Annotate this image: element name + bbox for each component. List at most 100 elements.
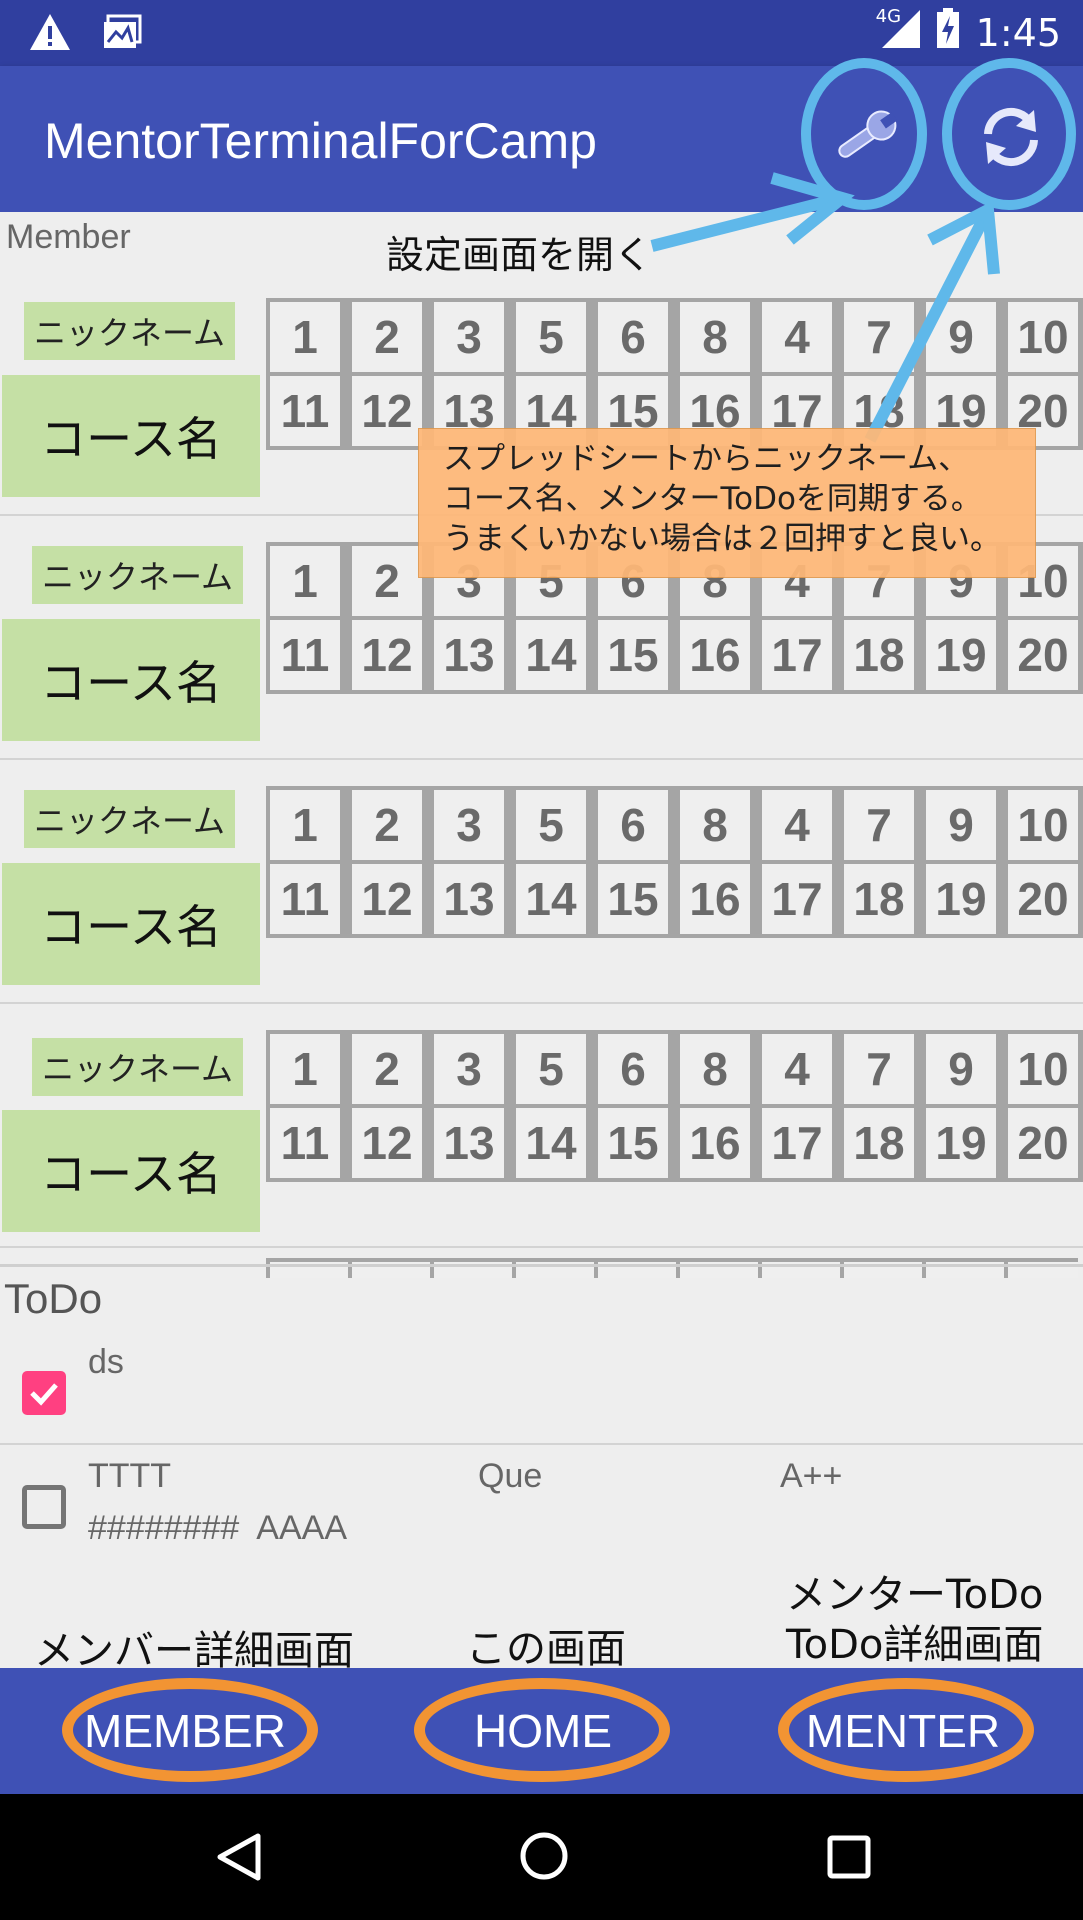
progress-cell[interactable]: 8: [676, 1030, 754, 1108]
progress-cell[interactable]: 16: [676, 616, 754, 694]
progress-cell[interactable]: 17: [758, 616, 836, 694]
todo-checkbox-checked[interactable]: [22, 1371, 66, 1415]
gallery-notification-icon: [102, 14, 142, 54]
todo-item[interactable]: ds: [0, 1329, 1083, 1445]
progress-cell[interactable]: 2: [348, 1030, 426, 1108]
sync-annotation-ring: [942, 58, 1076, 210]
menter-hint-line: メンターToDo: [786, 1572, 1044, 1618]
progress-cell[interactable]: 2: [348, 298, 426, 376]
progress-cell[interactable]: 20: [1004, 860, 1082, 938]
member-section-label: Member: [6, 218, 131, 256]
progress-cell[interactable]: 3: [430, 786, 508, 864]
progress-cell[interactable]: 12: [348, 616, 426, 694]
progress-cell[interactable]: 17: [758, 1104, 836, 1182]
progress-cell[interactable]: 13: [430, 860, 508, 938]
progress-cell[interactable]: 19: [922, 616, 1000, 694]
progress-cell[interactable]: 9: [922, 298, 1000, 376]
sync-hint-line: コース名、メンターToDoを同期する。: [443, 481, 982, 517]
progress-cell[interactable]: 10: [1004, 1030, 1082, 1108]
progress-cell[interactable]: 9: [922, 786, 1000, 864]
progress-cell[interactable]: 18: [840, 860, 918, 938]
course-label: コース名: [2, 375, 260, 497]
progress-cell[interactable]: 19: [922, 860, 1000, 938]
progress-cell[interactable]: 15: [594, 860, 672, 938]
sync-hint-line: スプレッドシートからニックネーム、: [443, 441, 970, 477]
progress-cell[interactable]: 6: [594, 786, 672, 864]
warning-icon: [28, 12, 72, 56]
progress-cell[interactable]: 1: [266, 786, 344, 864]
nickname-label: ニックネーム: [24, 790, 236, 848]
todo-title: ds: [88, 1343, 124, 1381]
progress-cell[interactable]: 14: [512, 1104, 590, 1182]
progress-cell[interactable]: 2: [348, 542, 426, 620]
back-icon[interactable]: [214, 1832, 262, 1886]
progress-cell[interactable]: 4: [758, 786, 836, 864]
settings-annotation-ring: [801, 58, 927, 210]
progress-cell[interactable]: 6: [594, 1030, 672, 1108]
progress-grid: 1 2 3 5 6 8 4 7 9 10 11 12 13 14 15 16 1…: [266, 786, 1083, 938]
progress-cell[interactable]: 20: [1004, 1104, 1082, 1182]
member-card[interactable]: ニックネーム コース名 1 2 3 5 6 8 4 7 9 10 11 12 1…: [0, 1004, 1083, 1248]
todo-subtitle: ######## AAAA: [88, 1509, 348, 1547]
progress-cell[interactable]: 5: [512, 786, 590, 864]
menter-hint-text: メンターToDo ToDo詳細画面: [786, 1570, 1043, 1670]
member-card[interactable]: ニックネーム コース名 1 2 3 5 6 8 4 7 9 10 11 12 1…: [0, 760, 1083, 1004]
progress-cell[interactable]: 1: [266, 298, 344, 376]
progress-cell[interactable]: 18: [840, 1104, 918, 1182]
progress-cell[interactable]: 13: [430, 1104, 508, 1182]
progress-cell[interactable]: 7: [840, 1030, 918, 1108]
cell-signal-icon: 4G: [876, 6, 920, 57]
progress-cell[interactable]: 18: [840, 616, 918, 694]
divider: [0, 1246, 1083, 1248]
progress-cell[interactable]: 5: [512, 1030, 590, 1108]
progress-cell[interactable]: 11: [266, 860, 344, 938]
progress-cell[interactable]: 15: [594, 1104, 672, 1182]
progress-cell[interactable]: 4: [758, 1030, 836, 1108]
progress-cell[interactable]: 11: [266, 372, 344, 450]
progress-cell[interactable]: 20: [1004, 616, 1082, 694]
home-annotation-ring: [414, 1678, 670, 1782]
battery-charging-icon: [936, 8, 960, 57]
progress-cell[interactable]: 14: [512, 860, 590, 938]
progress-cell[interactable]: 12: [348, 372, 426, 450]
progress-cell[interactable]: 17: [758, 860, 836, 938]
progress-cell[interactable]: 1: [266, 1030, 344, 1108]
progress-cell[interactable]: 1: [266, 542, 344, 620]
progress-cell[interactable]: 3: [430, 298, 508, 376]
recents-icon[interactable]: [826, 1834, 872, 1884]
progress-cell[interactable]: 8: [676, 786, 754, 864]
progress-cell[interactable]: 19: [922, 1104, 1000, 1182]
app-title: MentorTerminalForCamp: [44, 113, 597, 169]
progress-cell[interactable]: 7: [840, 298, 918, 376]
course-label: コース名: [2, 863, 260, 985]
progress-cell[interactable]: 6: [594, 298, 672, 376]
progress-cell[interactable]: 16: [676, 1104, 754, 1182]
progress-cell[interactable]: 16: [676, 860, 754, 938]
progress-cell[interactable]: 5: [512, 298, 590, 376]
home-hint-text: この画面: [466, 1626, 626, 1672]
progress-cell[interactable]: 9: [922, 1030, 1000, 1108]
progress-cell[interactable]: 11: [266, 1104, 344, 1182]
course-label: コース名: [2, 1110, 260, 1232]
todo-checkbox-unchecked[interactable]: [22, 1485, 66, 1529]
progress-cell[interactable]: 3: [430, 1030, 508, 1108]
progress-cell[interactable]: 8: [676, 298, 754, 376]
sync-hint-callout: スプレッドシートからニックネーム、 コース名、メンターToDoを同期する。 うま…: [418, 428, 1036, 578]
system-navigation-bar: [0, 1794, 1083, 1920]
home-icon[interactable]: [518, 1830, 570, 1886]
progress-cell[interactable]: 10: [1004, 298, 1082, 376]
progress-cell[interactable]: 13: [430, 616, 508, 694]
menter-annotation-ring: [778, 1678, 1034, 1782]
progress-cell[interactable]: 11: [266, 616, 344, 694]
progress-cell[interactable]: 2: [348, 786, 426, 864]
progress-cell[interactable]: 14: [512, 616, 590, 694]
progress-cell[interactable]: 12: [348, 860, 426, 938]
progress-cell[interactable]: 15: [594, 616, 672, 694]
todo-label: ToDo: [4, 1275, 103, 1322]
nickname-label: ニックネーム: [32, 1038, 244, 1096]
progress-cell[interactable]: 4: [758, 298, 836, 376]
progress-cell[interactable]: 12: [348, 1104, 426, 1182]
progress-cell[interactable]: 7: [840, 786, 918, 864]
todo-item[interactable]: TTTT Que A++ ######## AAAA: [0, 1445, 1083, 1565]
progress-cell[interactable]: 10: [1004, 786, 1082, 864]
